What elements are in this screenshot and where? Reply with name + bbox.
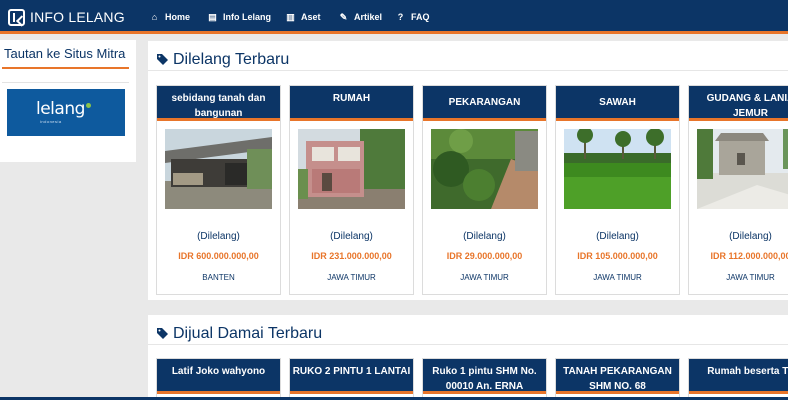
tags-icon: [156, 53, 169, 68]
home-icon: ⌂: [151, 12, 158, 22]
sale-card[interactable]: Latif Joko wahyono: [156, 358, 281, 400]
panel-header: Dijual Damai Terbaru: [156, 325, 322, 343]
lelang-indonesia-logo-link[interactable]: lelang indonesia: [7, 89, 125, 136]
nav-faq[interactable]: ? FAQ: [396, 10, 430, 24]
dilelang-terbaru-panel: Dilelang Terbaru sebidang tanah dan bang…: [148, 41, 788, 300]
card-title[interactable]: SAWAH: [556, 86, 679, 121]
card-title[interactable]: RUKO 2 PINTU 1 LANTAI: [290, 359, 413, 394]
sidebar-title: Tautan ke Situs Mitra: [4, 46, 126, 61]
nav-info-lelang[interactable]: ▤ Info Lelang: [208, 10, 271, 24]
brand-link[interactable]: INFO LELANG: [8, 8, 125, 26]
auction-price: IDR 600.000.000,00: [178, 251, 259, 261]
auction-region: JAWA TIMUR: [593, 273, 642, 282]
auction-region: BANTEN: [202, 273, 235, 282]
card-title[interactable]: GUDANG & LANIA JEMUR: [689, 86, 788, 121]
nav-label: Artikel: [354, 12, 383, 22]
auction-card[interactable]: PEKARANGAN (Dilelang) IDR 29.000.000,00 …: [422, 85, 547, 295]
partner-sidebar: Tautan ke Situs Mitra lelang indonesia: [0, 40, 136, 162]
book-icon: ▥: [286, 11, 295, 22]
logo-subtitle: indonesia: [40, 119, 62, 124]
logo-dot-icon: [85, 103, 91, 108]
panel-divider: [148, 70, 788, 71]
auction-status: (Dilelang): [463, 231, 506, 242]
property-photo[interactable]: [431, 129, 538, 209]
auction-card[interactable]: RUMAH (Dilelang) IDR 231.000.000,00 JAWA…: [289, 85, 414, 295]
auction-card[interactable]: sebidang tanah dan bangunan (Dilelang) I…: [156, 85, 281, 295]
dijual-damai-terbaru-panel: Dijual Damai Terbaru Latif Joko wahyono …: [148, 315, 788, 400]
top-navbar: INFO LELANG ⌂ Home ▤ Info Lelang ▥ Aset …: [0, 0, 788, 34]
brand-logo-icon: [8, 8, 25, 26]
auction-card[interactable]: GUDANG & LANIA JEMUR (Dilelang) IDR 112.…: [688, 85, 788, 295]
panel-title: Dilelang Terbaru: [173, 51, 290, 68]
panel-divider: [148, 344, 788, 345]
sidebar-divider: [2, 67, 129, 69]
property-photo[interactable]: [697, 129, 788, 209]
card-title[interactable]: PEKARANGAN: [423, 86, 546, 121]
card-title[interactable]: RUMAH: [290, 86, 413, 121]
document-icon: ▤: [208, 11, 217, 22]
auction-status: (Dilelang): [197, 231, 240, 242]
nav-label: Info Lelang: [223, 12, 271, 22]
nav-label: Home: [165, 12, 191, 22]
card-title[interactable]: sebidang tanah dan bangunan: [157, 86, 280, 121]
tags-icon: [156, 327, 169, 342]
sidebar-divider: [2, 82, 129, 83]
sale-card[interactable]: RUKO 2 PINTU 1 LANTAI: [289, 358, 414, 400]
sale-card[interactable]: TANAH PEKARANGAN SHM NO. 68: [555, 358, 680, 400]
property-photo[interactable]: [165, 129, 272, 209]
logo-wordmark: lelang: [36, 99, 85, 119]
question-icon: ?: [397, 12, 404, 22]
auction-region: JAWA TIMUR: [460, 273, 509, 282]
panel-title: Dijual Damai Terbaru: [173, 325, 323, 342]
auction-price: IDR 112.000.000,00: [710, 251, 788, 261]
auction-region: JAWA TIMUR: [327, 273, 376, 282]
property-photo[interactable]: [564, 129, 671, 209]
nav-aset[interactable]: ▥ Aset: [286, 10, 321, 24]
auction-region: JAWA TIMUR: [726, 273, 775, 282]
auction-status: (Dilelang): [729, 231, 772, 242]
auction-price: IDR 29.000.000,00: [446, 251, 523, 261]
card-title[interactable]: Rumah beserta To: [689, 359, 788, 394]
nav-label: Aset: [301, 12, 321, 22]
auction-price: IDR 105.000.000,00: [577, 251, 658, 261]
auction-status: (Dilelang): [330, 231, 373, 242]
nav-label: FAQ: [411, 12, 430, 22]
card-title[interactable]: TANAH PEKARANGAN SHM NO. 68: [556, 359, 679, 394]
card-title[interactable]: Latif Joko wahyono: [157, 359, 280, 394]
auction-price: IDR 231.000.000,00: [311, 251, 392, 261]
pencil-icon: ✎: [339, 11, 348, 22]
auction-card[interactable]: SAWAH (Dilelang) IDR 105.000.000,00 JAWA…: [555, 85, 680, 295]
nav-artikel[interactable]: ✎ Artikel: [339, 10, 382, 24]
card-title[interactable]: Ruko 1 pintu SHM No. 00010 An. ERNA: [423, 359, 546, 394]
nav-home[interactable]: ⌂ Home: [150, 10, 190, 24]
auction-status: (Dilelang): [596, 231, 639, 242]
brand-name: INFO LELANG: [30, 9, 125, 25]
sale-card[interactable]: Ruko 1 pintu SHM No. 00010 An. ERNA: [422, 358, 547, 400]
property-photo[interactable]: [298, 129, 405, 209]
sale-card[interactable]: Rumah beserta To: [688, 358, 788, 400]
panel-header: Dilelang Terbaru: [156, 51, 289, 69]
